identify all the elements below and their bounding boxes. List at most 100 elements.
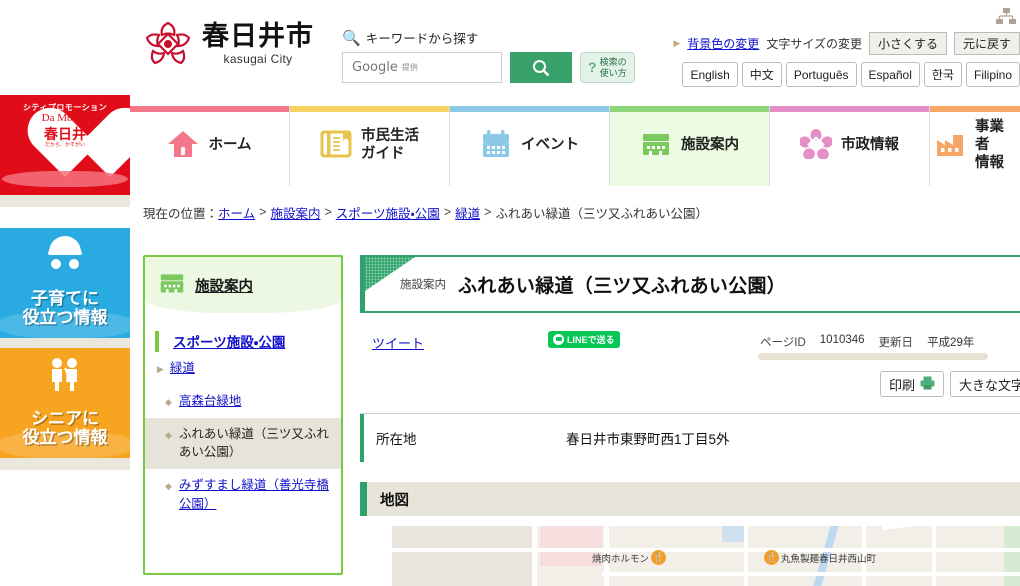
local-nav-item-mizusumashi-label[interactable]: みずすまし緑道（善光寺橋公園） xyxy=(179,476,331,514)
line-icon xyxy=(553,334,564,345)
restaurant-icon: 🍴 xyxy=(764,550,779,565)
nav-label-home: ホーム xyxy=(208,137,252,154)
breadcrumb-sep-1: > xyxy=(259,205,267,219)
lang-chinese[interactable]: 中文 xyxy=(741,62,782,87)
nav-item-city-government[interactable]: 市政情報 xyxy=(770,106,930,186)
line-share-button[interactable]: LINEで送る xyxy=(548,331,620,348)
local-nav-item-takamoridai-label[interactable]: 高森台緑地 xyxy=(179,392,242,411)
left-banner-rail: シティプロモーション Da Monde 春日井 だから、かすがい 子育てに 役立… xyxy=(0,0,130,580)
map-road-h1 xyxy=(392,548,1020,552)
lang-korean[interactable]: 한국 xyxy=(923,62,962,87)
map-road-h2 xyxy=(602,572,1020,576)
map-poi-1[interactable]: 焼肉ホルモン 🍴 xyxy=(592,550,667,565)
banner-kosodate-label: 子育てに 役立つ情報 xyxy=(0,289,130,328)
map-preview[interactable]: 焼肉ホルモン 🍴 🍴 丸魚製麺春日井西山町 xyxy=(392,526,1020,586)
building-icon xyxy=(158,270,186,301)
local-nav-item-mizusumashi[interactable]: ◆ みずすまし緑道（善光寺橋公園） xyxy=(145,469,341,521)
breadcrumb-item-home[interactable]: ホーム xyxy=(218,203,255,222)
search-submit-button[interactable] xyxy=(510,52,572,83)
senior-line2: 役立つ情報 xyxy=(22,428,108,448)
breadcrumb-sep-4: > xyxy=(484,205,492,219)
nav-label-events: イベント xyxy=(521,137,579,154)
stroller-icon xyxy=(0,236,130,275)
breadcrumb-prefix: 現在の位置： xyxy=(143,206,219,221)
diamond-bullet-icon: ◆ xyxy=(165,481,172,491)
nav-label-business-line2: 情報 xyxy=(975,154,1004,171)
updated-value: 平成29年 xyxy=(927,337,975,349)
main-content: 施設案内 ふれあい緑道（三ツ又ふれあい公園） ツイート LINEで送る ページI… xyxy=(360,255,1020,586)
lang-spanish[interactable]: Español xyxy=(860,62,920,87)
local-nav-item-greenway-label[interactable]: 緑道 xyxy=(170,359,195,378)
global-navigation: ホーム 市民生活 ガイド イベント 施設案内 市政情報 事業者 情報 xyxy=(130,106,1020,186)
table-header-location: 所在地 xyxy=(360,414,556,462)
print-button[interactable]: 印刷 xyxy=(879,371,944,397)
banner-kosodate[interactable]: 子育てに 役立つ情報 xyxy=(0,228,130,338)
kosodate-line1: 子育てに xyxy=(31,288,99,308)
banner-city-promotion[interactable]: シティプロモーション Da Monde 春日井 だから、かすがい xyxy=(0,95,130,195)
breadcrumb-item-current: ふれあい緑道（三ツ又ふれあい公園） xyxy=(495,206,708,221)
bg-color-change-link[interactable]: 背景色の変更 xyxy=(687,35,759,52)
page-tools: 印刷 大きな文字で xyxy=(879,371,1020,397)
nav-bar-city-government xyxy=(770,106,929,112)
map-block-1 xyxy=(392,526,532,586)
local-nav-header[interactable]: 施設案内 xyxy=(145,257,341,313)
triangle-marker-icon: ▶ xyxy=(673,38,681,48)
large-text-button[interactable]: 大きな文字で xyxy=(949,371,1020,397)
search-icon: 🔍 xyxy=(342,29,361,47)
lang-filipino[interactable]: Filipino xyxy=(965,62,1020,87)
search-help-button[interactable]: ? 検索の 使い方 xyxy=(580,52,635,83)
nav-item-citizen-guide[interactable]: 市民生活 ガイド xyxy=(290,106,450,186)
nav-item-business[interactable]: 事業者 情報 xyxy=(930,106,1020,186)
local-nav-category-link[interactable]: スポーツ施設・公園 xyxy=(173,335,285,350)
building-icon xyxy=(640,129,672,164)
tweet-link[interactable]: ツイート xyxy=(372,333,424,352)
local-nav-item-greenway[interactable]: ▶ 緑道 xyxy=(145,352,341,385)
nav-item-facilities[interactable]: 施設案内 xyxy=(610,106,770,186)
printer-icon xyxy=(920,376,935,393)
lang-english[interactable]: English xyxy=(682,62,738,87)
search-submit-icon xyxy=(533,59,550,76)
search-label: 🔍 キーワードから探す xyxy=(342,28,635,47)
local-nav-heading: 施設案内 xyxy=(195,278,253,295)
search-help-label: 検索の 使い方 xyxy=(600,57,627,78)
breadcrumb-item-greenway[interactable]: 緑道 xyxy=(455,203,480,222)
text-reset-button[interactable]: 元に戻す xyxy=(953,32,1020,55)
promo-brand: Da Monde xyxy=(41,112,89,124)
page-meta: ページID 1010346 更新日 平成29年 xyxy=(760,334,974,350)
home-icon xyxy=(167,129,199,164)
map-poi-2-label: 丸魚製麺春日井西山町 xyxy=(781,553,877,565)
site-logo[interactable]: 春日井市 kasugai City xyxy=(142,18,314,70)
breadcrumb-sep-2: > xyxy=(324,205,332,219)
nav-item-events[interactable]: イベント xyxy=(450,106,610,186)
map-road-v3 xyxy=(744,526,748,586)
language-switcher: English 中文 Português Español 한국 Filipino xyxy=(673,62,1020,87)
breadcrumb-sep-3: > xyxy=(443,205,452,219)
meta-underline-decoration xyxy=(758,353,988,360)
breadcrumb-item-sports-parks[interactable]: スポーツ施設・公園 xyxy=(336,203,440,222)
local-nav-item-fureai[interactable]: ◆ ふれあい緑道（三ツ又ふれあい公園） xyxy=(145,417,341,469)
nav-bar-citizen-guide xyxy=(290,106,449,112)
line-share-label: LINEで送る xyxy=(567,335,615,345)
local-nav-item-takamoridai[interactable]: ◆ 高森台緑地 xyxy=(145,385,341,418)
banner-senior[interactable]: シニアに 役立つ情報 xyxy=(0,348,130,458)
site-header: 春日井市 kasugai City 🔍 キーワードから探す Google 提供 … xyxy=(130,0,1020,106)
breadcrumb-item-facilities[interactable]: 施設案内 xyxy=(270,203,320,222)
local-nav-category[interactable]: スポーツ施設・公園 xyxy=(155,331,341,352)
lang-portuguese[interactable]: Português xyxy=(785,62,857,87)
flower-icon xyxy=(799,128,833,164)
map-poi-2[interactable]: 🍴 丸魚製麺春日井西山町 xyxy=(764,550,876,565)
nav-label-citizen-guide: 市民生活 ガイド xyxy=(361,128,419,163)
logo-title-en: kasugai City xyxy=(223,52,293,67)
print-label: 印刷 xyxy=(888,377,915,393)
search-input[interactable]: Google 提供 xyxy=(342,52,502,83)
nav-label-citizen-guide-line1: 市民生活 xyxy=(361,128,419,145)
restaurant-icon: 🍴 xyxy=(651,550,667,565)
question-mark-icon: ? xyxy=(588,59,597,76)
logo-title-jp: 春日井市 xyxy=(202,20,314,52)
text-smaller-button[interactable]: 小さくする xyxy=(868,32,947,55)
nav-item-home[interactable]: ホーム xyxy=(130,106,290,186)
sitemap-icon[interactable] xyxy=(996,8,1016,31)
map-road-v1 xyxy=(532,526,537,586)
logo-text: 春日井市 kasugai City xyxy=(202,20,314,67)
heart-text: Da Monde 春日井 だから、かすがい xyxy=(0,109,130,149)
